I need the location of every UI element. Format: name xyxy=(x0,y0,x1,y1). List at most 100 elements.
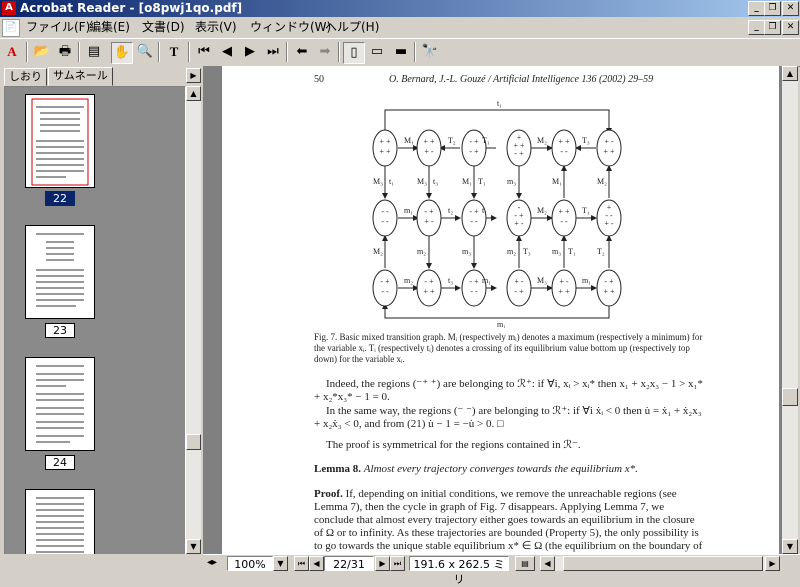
figure-caption: Fig. 7. Basic mixed transition graph. Mᵢ… xyxy=(314,332,703,364)
scroll-right-icon[interactable]: ▶ xyxy=(765,556,780,571)
text-select-icon[interactable]: T xyxy=(164,42,184,62)
figure-label: T₁ xyxy=(582,206,590,215)
tab-bookmarks[interactable]: しおり xyxy=(4,68,47,86)
svg-text:+ -: + - xyxy=(514,219,524,228)
svg-text:+ -: + - xyxy=(514,277,524,286)
figure-label: T₁ xyxy=(478,177,486,186)
toolbar-separator xyxy=(158,42,160,62)
svg-text:- +: - + xyxy=(514,149,524,158)
page-indicator[interactable]: 22/31 xyxy=(324,556,374,571)
thumbnail-page[interactable] xyxy=(25,225,95,319)
figure-label: M₂ xyxy=(537,136,547,145)
thumbnail-page-number[interactable]: 22 xyxy=(45,191,75,206)
menu-help[interactable]: ヘルプ(H) xyxy=(323,19,381,35)
scroll-up-icon[interactable]: ▲ xyxy=(186,86,201,101)
fit-width-icon[interactable]: ▬ xyxy=(391,42,411,62)
go-back-icon[interactable]: ⬅ xyxy=(292,42,312,62)
figure-label: M₂ xyxy=(597,177,607,186)
open-icon[interactable]: 📂 xyxy=(32,42,52,62)
scroll-up-icon[interactable]: ▲ xyxy=(782,66,798,81)
figure-label: m₁ xyxy=(404,206,413,215)
figure-label: t₃ xyxy=(433,177,438,186)
svg-text:+ -: + - xyxy=(604,219,614,228)
pane-menu-arrow-icon[interactable]: ▶ xyxy=(186,68,201,83)
thumbnail-preview-icon xyxy=(36,233,84,307)
document-scrollbar[interactable]: ▲ ▼ xyxy=(782,66,798,554)
thumbnail-page[interactable] xyxy=(25,94,95,188)
thumbnail-page-number[interactable]: 23 xyxy=(45,323,75,338)
print-icon[interactable]: 🖶 xyxy=(55,42,75,62)
thumbnail-scrollbar[interactable]: ▲ ▼ xyxy=(186,86,201,554)
figure-label: M₃ xyxy=(537,276,547,285)
scroll-down-icon[interactable]: ▼ xyxy=(782,539,798,554)
page-layout-icon[interactable]: ▤ xyxy=(515,556,535,571)
fit-page-icon[interactable]: ▭ xyxy=(367,42,387,62)
hand-icon[interactable]: ✋ xyxy=(111,42,133,64)
first-page-icon[interactable]: ⏮ xyxy=(194,42,214,62)
nav-pane-icon[interactable]: ▤ xyxy=(84,42,104,62)
figure-label: t₃ xyxy=(448,276,453,285)
menu-bar: 📄 ファイル(F) 編集(E) 文書(D) 表示(V) ウィンドウ(W) ヘルプ… xyxy=(0,17,800,38)
svg-text:- +: - + xyxy=(604,277,614,286)
svg-text:- -: - - xyxy=(470,217,478,226)
figure-label: m₁ xyxy=(497,320,506,328)
prev-page-icon[interactable]: ◀ xyxy=(309,556,324,571)
toolbar: A 📂 🖶 ▤ ✋ 🔍 T ⏮ ◀ ▶ ⏭ ⬅ ➡ ▯ ▭ ▬ 🔭 xyxy=(0,38,800,67)
svg-text:- -: - - xyxy=(560,147,568,156)
scroll-thumb[interactable] xyxy=(186,434,201,450)
document-icon[interactable]: 📄 xyxy=(2,19,20,37)
pane-toggle-icon[interactable]: ◂▸ xyxy=(207,557,217,568)
scroll-left-icon[interactable]: ◀ xyxy=(540,556,555,571)
zoom-field[interactable]: 100% xyxy=(227,556,273,571)
figure-label: m₂ xyxy=(507,247,516,256)
svg-text:+ +: + + xyxy=(603,147,615,156)
restore-button[interactable]: ❐ xyxy=(764,1,781,16)
thumbnail-preview-icon xyxy=(36,365,84,443)
thumbnail-page-number[interactable]: 24 xyxy=(45,455,75,470)
close-button[interactable]: ✕ xyxy=(782,1,799,16)
scroll-down-icon[interactable]: ▼ xyxy=(186,539,201,554)
doc-minimize-button[interactable]: _ xyxy=(748,20,765,35)
app-icon[interactable]: A xyxy=(2,1,16,15)
menu-view[interactable]: 表示(V) xyxy=(193,19,239,35)
first-page-icon[interactable]: ⏮ xyxy=(294,556,309,571)
last-page-icon[interactable]: ⏭ xyxy=(390,556,405,571)
svg-text:- +: - + xyxy=(424,277,434,286)
zoom-icon[interactable]: 🔍 xyxy=(135,42,155,62)
doc-restore-button[interactable]: ❐ xyxy=(764,20,781,35)
figure-label: T₃ xyxy=(582,136,590,145)
scroll-track[interactable] xyxy=(186,101,201,539)
horizontal-scroll-thumb[interactable] xyxy=(563,556,763,571)
paragraph: Indeed, the regions (⁻⁺ ⁺) are belonging… xyxy=(314,378,703,403)
scroll-thumb[interactable] xyxy=(782,388,798,406)
find-icon[interactable]: 🔭 xyxy=(420,42,440,62)
minimize-button[interactable]: _ xyxy=(748,1,765,16)
zoom-dropdown-icon[interactable]: ▼ xyxy=(273,556,288,571)
menu-document[interactable]: 文書(D) xyxy=(140,19,187,35)
document-page[interactable]: 50 O. Bernard, J.-L. Gouzé / Artificial … xyxy=(222,66,779,554)
tab-thumbnails[interactable]: サムネール xyxy=(48,67,113,86)
lemma: Lemma 8. Almost every trajectory converg… xyxy=(314,463,704,476)
doc-close-button[interactable]: ✕ xyxy=(782,20,799,35)
menu-edit[interactable]: 編集(E) xyxy=(87,19,132,35)
figure-label: M₁ xyxy=(552,177,562,186)
menu-file[interactable]: ファイル(F) xyxy=(24,19,92,35)
actual-size-icon[interactable]: ▯ xyxy=(343,42,365,64)
next-page-icon[interactable]: ▶ xyxy=(375,556,390,571)
thumbnail-page[interactable] xyxy=(25,357,95,451)
prev-page-icon[interactable]: ◀ xyxy=(217,42,237,62)
last-page-icon[interactable]: ⏭ xyxy=(263,42,283,62)
figure-label: M₃ xyxy=(373,177,383,186)
figure-label: m₁ xyxy=(582,276,591,285)
acrobat-logo-icon: A xyxy=(7,44,17,59)
thumbnail-page[interactable] xyxy=(25,489,95,555)
scroll-track[interactable] xyxy=(782,81,798,539)
svg-text:- -: - - xyxy=(470,287,478,296)
title-bar: A Acrobat Reader - [o8pwj1qo.pdf] _ ❐ ✕ xyxy=(0,0,800,17)
svg-text:- +: - + xyxy=(514,287,524,296)
page-size-field: 191.6 x 262.5 ミリ xyxy=(409,556,509,586)
go-forward-icon[interactable]: ➡ xyxy=(315,42,335,62)
toolbar-separator xyxy=(338,42,340,62)
menu-window[interactable]: ウィンドウ(W) xyxy=(248,19,333,35)
next-page-icon[interactable]: ▶ xyxy=(240,42,260,62)
